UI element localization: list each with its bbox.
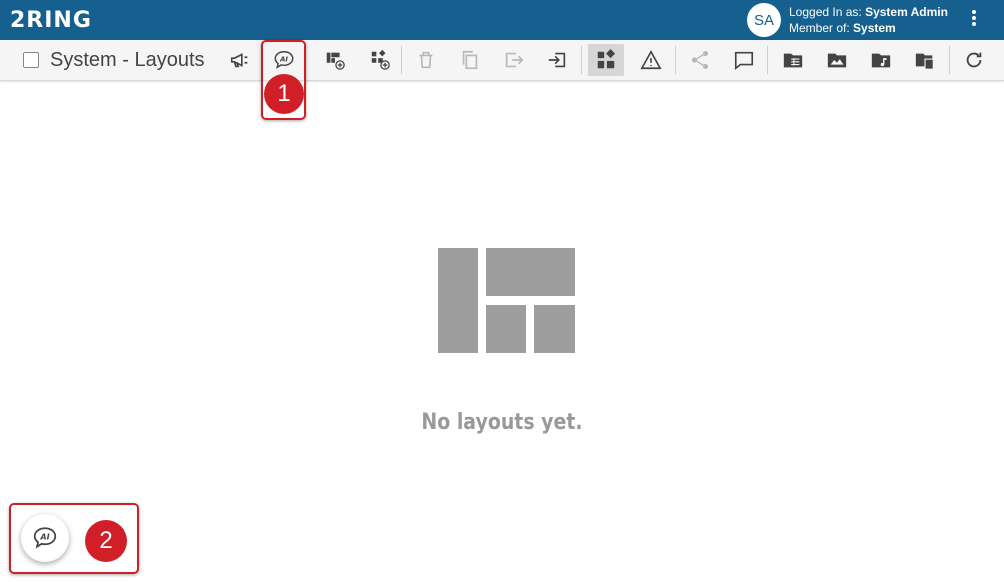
toolbar-separator — [767, 46, 768, 74]
app-header: 2RING SA Logged In as: System Admin Memb… — [0, 0, 1004, 40]
logged-in-line: Logged In as: System Admin — [789, 4, 948, 20]
toolbar-separator — [675, 46, 676, 74]
export-button[interactable] — [496, 44, 532, 76]
copy-button[interactable] — [452, 44, 488, 76]
callout-badge-1: 1 — [264, 74, 304, 114]
share-button[interactable] — [682, 44, 718, 76]
folder-image-icon — [827, 53, 847, 68]
folder-table-button[interactable] — [775, 44, 811, 76]
delete-button[interactable] — [408, 44, 444, 76]
comment-icon — [734, 51, 754, 70]
export-icon — [505, 52, 524, 68]
ai-assistant-fab[interactable]: AI — [21, 514, 69, 562]
import-icon — [548, 52, 566, 68]
empty-state-message: No layouts yet. — [421, 410, 583, 435]
app-logo: 2RING — [10, 8, 92, 33]
folder-copy-icon — [915, 53, 934, 70]
select-all-checkbox[interactable] — [23, 52, 39, 68]
announce-icon — [230, 53, 248, 68]
toolbar: System - Layouts AI — [0, 40, 1004, 81]
warning-icon — [640, 50, 662, 70]
share-icon — [691, 51, 709, 69]
delete-icon — [419, 51, 433, 69]
toolbar-separator — [581, 46, 582, 74]
add-layout-button[interactable] — [317, 44, 353, 76]
logged-in-label: Logged In as: — [789, 5, 866, 19]
logged-in-user: System Admin — [865, 5, 948, 19]
folder-copy-button[interactable] — [907, 44, 943, 76]
folder-table-icon — [783, 53, 803, 68]
folder-music-icon — [871, 53, 891, 68]
user-info: Logged In as: System Admin Member of: Sy… — [789, 4, 948, 36]
member-line: Member of: System — [789, 20, 948, 36]
folder-music-button[interactable] — [863, 44, 899, 76]
folder-image-button[interactable] — [819, 44, 855, 76]
comment-button[interactable] — [726, 44, 762, 76]
import-button[interactable] — [539, 44, 575, 76]
warning-button[interactable] — [633, 44, 669, 76]
more-options-icon[interactable] — [966, 8, 982, 32]
copy-icon — [462, 50, 478, 70]
toolbar-separator — [949, 46, 950, 74]
add-layout-icon — [326, 52, 345, 70]
callout-badge-2: 2 — [85, 520, 127, 562]
refresh-button[interactable] — [956, 44, 992, 76]
layouts-view-icon — [597, 49, 616, 69]
svg-text:AI: AI — [39, 532, 49, 542]
add-widget-layout-icon — [371, 49, 390, 70]
member-group: System — [853, 21, 896, 35]
ai-assistant-icon: AI — [33, 527, 57, 549]
announce-button[interactable] — [222, 44, 258, 76]
page-title: System - Layouts — [50, 49, 205, 71]
member-label: Member of: — [789, 21, 854, 35]
user-avatar[interactable]: SA — [747, 3, 781, 37]
layouts-view-button[interactable] — [588, 44, 624, 76]
empty-layouts-illustration — [438, 248, 575, 353]
add-widget-layout-button[interactable] — [362, 44, 398, 76]
refresh-icon — [966, 52, 982, 68]
toolbar-separator — [401, 46, 402, 74]
